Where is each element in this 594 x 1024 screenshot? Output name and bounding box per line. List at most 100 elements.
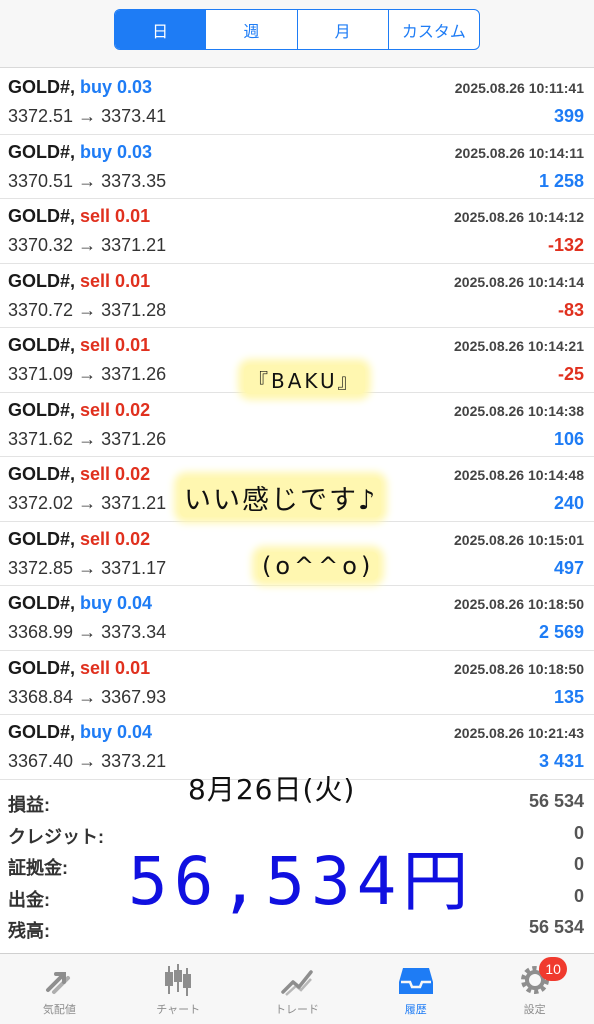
trade-profit: -132 — [547, 235, 584, 255]
trade-profit: 497 — [553, 557, 584, 578]
trade-time: 2025.08.26 10:14:11 — [454, 144, 584, 161]
summary-label: 出金: — [8, 889, 50, 910]
handwritten-note-amount: 56,534円 — [128, 843, 475, 920]
symbol-name: GOLD#, — [8, 206, 76, 226]
tab-history[interactable]: 履歴 — [356, 954, 475, 1024]
symbol-name: GOLD#, — [8, 528, 76, 549]
handwritten-note-face: (o^^o) — [258, 552, 379, 580]
trade-prices: 3372.51 → 3373.41 — [8, 106, 167, 126]
tab-settings[interactable]: 設定 10 — [475, 954, 594, 1024]
period-selector-bar: 日 週 月 カスタム — [0, 0, 594, 68]
trade-row[interactable]: GOLD#, buy 0.03 2025.08.26 10:14:11 3370.5… — [0, 135, 594, 199]
trade-profit: 1 258 — [538, 170, 584, 191]
symbol-name: GOLD#, — [8, 657, 76, 678]
trade-symbol: GOLD#, sell 0.02 — [8, 464, 150, 485]
trade-row[interactable]: GOLD#, sell 0.01 2025.08.26 10:18:50 3368.… — [0, 651, 594, 715]
trade-time: 2025.08.26 10:14:14 — [454, 273, 584, 290]
trade-symbol: GOLD#, buy 0.03 — [8, 77, 152, 98]
trade-time: 2025.08.26 10:14:38 — [454, 402, 584, 419]
trade-prices: 3370.32 → 3371.21 — [8, 235, 167, 255]
trade-profit: 399 — [553, 106, 584, 126]
bottom-tab-bar: 気配値 チャート トレード 履歴 設定 10 — [0, 953, 594, 1024]
symbol-name: GOLD#, — [8, 335, 76, 355]
trade-prices: 3372.02 → 3371.21 — [8, 493, 167, 513]
trade-side-volume: sell 0.02 — [80, 464, 151, 484]
trade-profit: 240 — [553, 493, 584, 513]
trade-symbol: GOLD#, sell 0.01 — [8, 658, 150, 679]
symbol-name: GOLD#, — [8, 722, 76, 742]
period-segmented-control: 日 週 月 カスタム — [114, 9, 480, 50]
trade-symbol: GOLD#, sell 0.01 — [8, 271, 150, 292]
trade-side-volume: buy 0.04 — [80, 593, 153, 613]
quotes-arrows-icon — [46, 972, 71, 994]
trade-side-volume: sell 0.01 — [80, 206, 151, 226]
trade-time: 2025.08.26 10:15:01 — [454, 531, 584, 548]
trade-symbol: GOLD#, sell 0.02 — [8, 529, 150, 550]
trade-row[interactable]: GOLD#, sell 0.01 2025.08.26 10:14:14 3370.… — [0, 264, 594, 328]
handwritten-note-feeling: いい感じです♪ — [180, 478, 382, 517]
trade-symbol: GOLD#, sell 0.02 — [8, 400, 150, 421]
symbol-name: GOLD#, — [8, 593, 76, 613]
trade-symbol: GOLD#, buy 0.04 — [8, 593, 152, 614]
symbol-name: GOLD#, — [8, 77, 76, 97]
summary-label: クレジット: — [8, 826, 104, 847]
candlestick-chart-icon — [165, 964, 192, 996]
trade-side-volume: buy 0.03 — [80, 77, 153, 97]
tab-day[interactable]: 日 — [115, 10, 207, 49]
trade-profit: -25 — [557, 364, 584, 384]
trade-side-volume: sell 0.01 — [80, 335, 151, 355]
trade-prices: 3371.62 → 3371.26 — [8, 428, 167, 449]
settings-notification-badge: 10 — [539, 957, 568, 981]
trade-row[interactable]: GOLD#, buy 0.04 2025.08.26 10:18:50 3368.9… — [0, 586, 594, 651]
trade-symbol: GOLD#, buy 0.04 — [8, 722, 152, 743]
trade-time: 2025.08.26 10:21:43 — [454, 725, 584, 741]
summary-label: 残高: — [8, 921, 50, 941]
tab-trade-label: トレード — [274, 1003, 319, 1016]
tab-trade[interactable]: トレード — [238, 954, 357, 1024]
summary-value: 0 — [573, 822, 584, 843]
summary-label: 損益: — [8, 795, 50, 815]
trade-row[interactable]: GOLD#, buy 0.03 2025.08.26 10:11:41 3372.5… — [0, 70, 594, 135]
tab-custom[interactable]: カスタム — [389, 10, 479, 49]
tab-chart[interactable]: チャート — [119, 954, 238, 1024]
trade-side-volume: sell 0.01 — [80, 270, 151, 291]
trade-symbol: GOLD#, sell 0.01 — [8, 206, 150, 227]
summary-value: 0 — [573, 885, 584, 906]
trade-symbol: GOLD#, buy 0.03 — [8, 142, 152, 163]
trade-time: 2025.08.26 10:11:41 — [454, 80, 584, 96]
trade-time: 2025.08.26 10:14:48 — [454, 467, 584, 483]
trade-prices: 3370.72 → 3371.28 — [8, 299, 167, 320]
handwritten-note-date: 8月26日(火) — [188, 773, 356, 806]
trade-history-list: GOLD#, buy 0.03 2025.08.26 10:11:41 3372.5… — [0, 70, 594, 780]
summary-value: 56 534 — [528, 791, 584, 811]
trade-time: 2025.08.26 10:18:50 — [454, 596, 584, 612]
trade-profit: 106 — [553, 428, 584, 449]
handwritten-note-baku: 『BAKU』 — [244, 365, 365, 394]
trade-profit: 2 569 — [538, 622, 584, 642]
trade-prices: 3367.40 → 3373.21 — [8, 751, 167, 771]
summary-value: 56 534 — [528, 917, 584, 937]
trade-side-volume: sell 0.01 — [80, 657, 151, 678]
trade-profit: -83 — [557, 299, 584, 320]
tab-chart-label: チャート — [156, 1003, 201, 1016]
trade-side-volume: buy 0.03 — [80, 141, 153, 162]
tab-month[interactable]: 月 — [298, 10, 389, 49]
trade-time: 2025.08.26 10:14:12 — [454, 209, 584, 225]
trade-prices: 3370.51 → 3373.35 — [8, 170, 167, 191]
trade-time: 2025.08.26 10:18:50 — [454, 660, 584, 677]
tab-settings-label: 設定 — [523, 1003, 546, 1016]
trade-prices: 3372.85 → 3371.17 — [8, 557, 167, 578]
trade-line-icon — [281, 970, 313, 996]
trade-prices: 3368.84 → 3367.93 — [8, 686, 167, 707]
summary-label: 証拠金: — [8, 858, 68, 878]
trade-symbol: GOLD#, sell 0.01 — [8, 335, 150, 356]
tab-quotes[interactable]: 気配値 — [0, 954, 119, 1024]
symbol-name: GOLD#, — [8, 141, 76, 162]
tab-quotes-label: 気配値 — [42, 1003, 76, 1016]
trade-row[interactable]: GOLD#, sell 0.01 2025.08.26 10:14:12 3370.… — [0, 199, 594, 264]
trade-row[interactable]: GOLD#, sell 0.02 2025.08.26 10:14:38 3371.… — [0, 393, 594, 457]
trade-side-volume: sell 0.02 — [80, 399, 151, 420]
tab-week[interactable]: 週 — [206, 10, 298, 49]
trade-time: 2025.08.26 10:14:21 — [454, 338, 584, 354]
symbol-name: GOLD#, — [8, 270, 76, 291]
